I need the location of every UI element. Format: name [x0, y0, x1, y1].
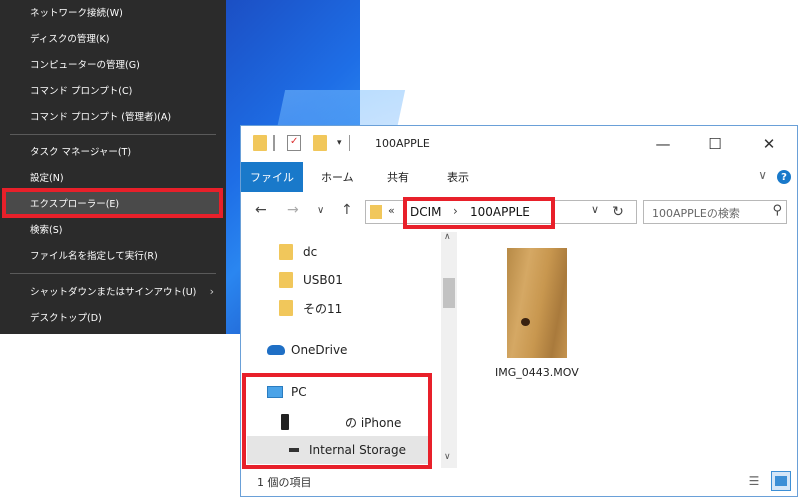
navigation-bar: ← → ∨ ↑ « DCIM › 100APPLE ∨ ↻ 100APPLEの検…: [241, 192, 797, 232]
forward-arrow-icon[interactable]: →: [287, 202, 299, 218]
tab-home[interactable]: ホーム: [321, 162, 354, 192]
winx-context-menu: ネットワーク接続(W) ディスクの管理(K) コンピューターの管理(G) コマン…: [0, 0, 226, 334]
ribbon-expand-icon[interactable]: ∨: [758, 168, 767, 182]
tree-item-label: その11: [303, 301, 343, 316]
close-button[interactable]: ✕: [751, 132, 787, 156]
tree-item-onedrive[interactable]: OneDrive: [267, 338, 347, 362]
scroll-down-icon[interactable]: ∨: [444, 452, 451, 462]
menu-item-settings[interactable]: 設定(N): [0, 165, 226, 189]
status-bar: 1 個の項目 ☰: [241, 468, 797, 496]
video-thumbnail[interactable]: [507, 248, 567, 358]
menu-item-disk-management[interactable]: ディスクの管理(K): [0, 26, 226, 50]
menu-item-command-prompt[interactable]: コマンド プロンプト(C): [0, 78, 226, 102]
folder-icon: [279, 272, 293, 288]
tab-file[interactable]: ファイル: [241, 162, 303, 192]
scroll-up-icon[interactable]: ∧: [444, 232, 451, 242]
navigation-pane: dc USB01 その11 OneDrive PC の iPhone Inter…: [241, 232, 459, 469]
menu-item-label: ファイル名を指定して実行(R): [30, 251, 158, 262]
menu-item-task-manager[interactable]: タスク マネージャー(T): [0, 139, 226, 163]
menu-item-command-prompt-admin[interactable]: コマンド プロンプト (管理者)(A): [0, 104, 226, 128]
tab-share[interactable]: 共有: [387, 162, 409, 192]
pc-highlight-box: [242, 373, 432, 469]
menu-item-label: コマンド プロンプト (管理者)(A): [30, 112, 172, 123]
tree-item-usb01[interactable]: USB01: [279, 268, 343, 292]
menu-item-label: 設定(N): [30, 173, 64, 184]
menu-item-label: シャットダウンまたはサインアウト(U): [30, 287, 197, 298]
refresh-icon[interactable]: ↻: [607, 201, 629, 223]
tree-item-sono11[interactable]: その11: [279, 296, 342, 320]
details-view-icon[interactable]: ☰: [745, 472, 763, 490]
menu-item-explorer[interactable]: エクスプローラー(E): [0, 191, 226, 215]
search-placeholder: 100APPLEの検索: [652, 207, 740, 220]
chevron-right-icon: ›: [209, 284, 214, 298]
menu-item-label: ネットワーク接続(W): [30, 8, 123, 19]
properties-icon[interactable]: ✓: [287, 135, 301, 151]
tree-item-label: dc: [303, 245, 318, 259]
menu-item-label: 検索(S): [30, 225, 63, 236]
menu-item-label: デスクトップ(D): [30, 313, 102, 324]
help-icon[interactable]: ?: [777, 170, 791, 184]
menu-divider: [10, 273, 216, 274]
cloud-icon: [267, 345, 285, 355]
menu-item-label: コマンド プロンプト(C): [30, 86, 133, 97]
title-bar: ✓ ▾ 100APPLE — ☐ ✕: [241, 126, 797, 162]
folder-icon: [253, 135, 267, 151]
scroll-thumb[interactable]: [443, 278, 455, 308]
large-icons-view-icon[interactable]: [771, 471, 791, 491]
menu-item-desktop[interactable]: デスクトップ(D): [0, 305, 226, 329]
folder-icon: [279, 244, 293, 260]
menu-item-label: エクスプローラー(E): [30, 199, 120, 210]
menu-item-label: コンピューターの管理(G): [30, 60, 140, 71]
address-highlight-box: [403, 197, 555, 229]
menu-item-network-connections[interactable]: ネットワーク接続(W): [0, 0, 226, 24]
file-list: IMG_0443.MOV: [459, 232, 797, 468]
toolbar-divider: [349, 135, 350, 151]
address-overflow-icon[interactable]: «: [388, 204, 395, 217]
navigation-scrollbar[interactable]: ∧ ∨: [441, 232, 457, 468]
menu-item-label: ディスクの管理(K): [30, 34, 110, 45]
recent-locations-icon[interactable]: ∨: [317, 205, 324, 216]
maximize-button[interactable]: ☐: [697, 132, 733, 156]
menu-item-run[interactable]: ファイル名を指定して実行(R): [0, 243, 226, 267]
file-explorer-window: ✓ ▾ 100APPLE — ☐ ✕ ファイル ホーム 共有 表示 ∨ ? ← …: [240, 125, 798, 497]
menu-item-search[interactable]: 検索(S): [0, 217, 226, 241]
search-input[interactable]: 100APPLEの検索 ⚲: [643, 200, 787, 224]
back-arrow-icon[interactable]: ←: [255, 202, 267, 218]
item-count: 1 個の項目: [257, 476, 312, 489]
customize-quick-access-icon[interactable]: ▾: [337, 138, 342, 148]
window-title: 100APPLE: [375, 137, 430, 150]
folder-icon: [370, 205, 382, 219]
tree-item-label: OneDrive: [291, 343, 348, 357]
up-arrow-icon[interactable]: ↑: [341, 202, 353, 218]
tree-item-label: USB01: [303, 273, 343, 287]
search-icon[interactable]: ⚲: [772, 203, 782, 218]
file-name: IMG_0443.MOV: [495, 366, 579, 379]
tab-view[interactable]: 表示: [447, 162, 469, 192]
address-dropdown-icon[interactable]: ∨: [591, 203, 599, 216]
folder-icon: [279, 300, 293, 316]
menu-item-label: タスク マネージャー(T): [30, 147, 132, 158]
new-folder-icon[interactable]: [313, 135, 327, 151]
minimize-button[interactable]: —: [645, 132, 681, 156]
menu-divider: [10, 134, 216, 135]
ribbon-tabs: ファイル ホーム 共有 表示 ∨ ?: [241, 162, 797, 192]
thumbnail-detail: [521, 318, 530, 326]
menu-item-computer-management[interactable]: コンピューターの管理(G): [0, 52, 226, 76]
toolbar-divider: [273, 135, 275, 151]
menu-item-shutdown[interactable]: シャットダウンまたはサインアウト(U) ›: [0, 279, 226, 303]
tree-item-dc[interactable]: dc: [279, 240, 317, 264]
